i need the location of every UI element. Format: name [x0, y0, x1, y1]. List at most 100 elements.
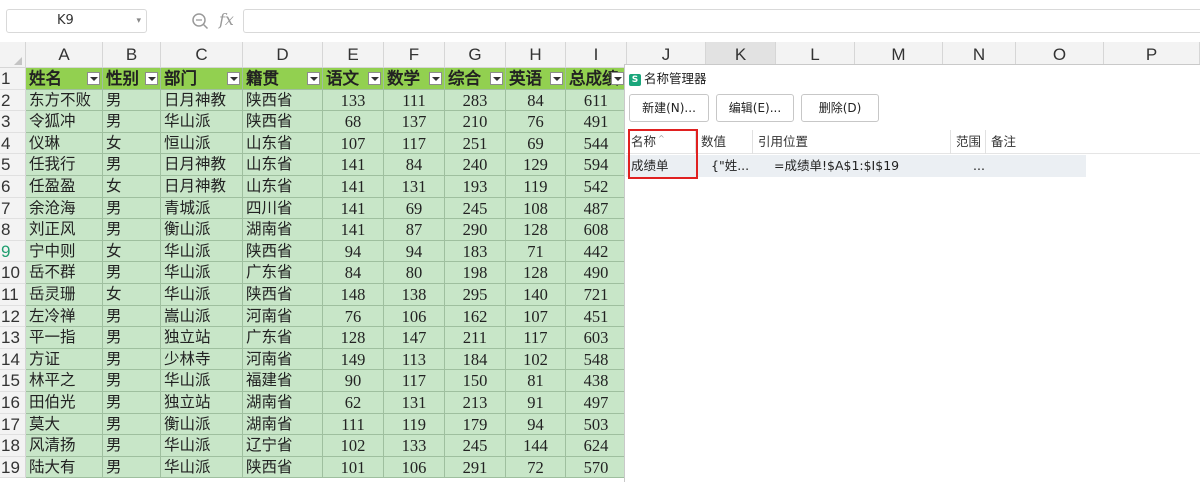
table-cell[interactable]: 福建省 — [243, 370, 323, 392]
table-cell[interactable]: 风清扬 — [26, 435, 103, 457]
table-cell[interactable]: 68 — [323, 111, 384, 133]
table-cell[interactable]: 女 — [103, 284, 161, 306]
row-header[interactable]: 8 — [0, 219, 26, 241]
formula-input[interactable] — [243, 9, 1200, 33]
table-cell[interactable]: 84 — [323, 262, 384, 284]
table-cell[interactable]: 107 — [323, 132, 384, 155]
table-cell[interactable]: 183 — [445, 240, 506, 263]
table-cell[interactable]: 451 — [566, 305, 627, 328]
table-cell[interactable]: 莫大 — [26, 413, 103, 436]
table-cell[interactable]: 147 — [384, 327, 445, 349]
table-cell[interactable]: 149 — [323, 348, 384, 371]
table-cell[interactable]: 603 — [566, 327, 627, 349]
filter-dropdown-icon[interactable] — [145, 72, 158, 85]
table-cell[interactable]: 245 — [445, 197, 506, 220]
filter-dropdown-icon[interactable] — [227, 72, 240, 85]
column-header-e[interactable]: E — [323, 42, 384, 68]
chevron-down-icon[interactable]: ▾ — [136, 10, 141, 32]
table-cell[interactable]: 华山派 — [161, 370, 243, 392]
table-cell[interactable]: 290 — [445, 219, 506, 241]
table-cell[interactable]: 76 — [506, 111, 566, 133]
table-cell[interactable]: 左冷禅 — [26, 305, 103, 328]
table-cell[interactable]: 570 — [566, 456, 627, 479]
table-cell[interactable]: 119 — [506, 176, 566, 198]
row-header[interactable]: 17 — [0, 413, 26, 436]
table-cell[interactable]: 102 — [323, 435, 384, 457]
table-cell[interactable]: 131 — [384, 392, 445, 414]
table-header-cell[interactable]: 性别 — [103, 68, 161, 90]
table-cell[interactable]: 男 — [103, 370, 161, 392]
table-cell[interactable]: 129 — [506, 154, 566, 176]
table-cell[interactable]: 女 — [103, 132, 161, 155]
table-cell[interactable]: 94 — [323, 240, 384, 263]
table-cell[interactable]: 衡山派 — [161, 219, 243, 241]
table-cell[interactable]: 94 — [506, 413, 566, 436]
row-header[interactable]: 12 — [0, 305, 26, 328]
table-header-cell[interactable]: 总成绩 — [566, 68, 627, 90]
row-header[interactable]: 16 — [0, 392, 26, 414]
row-header[interactable]: 1 — [0, 68, 26, 90]
row-header[interactable]: 15 — [0, 370, 26, 392]
table-header-cell[interactable]: 籍贯 — [243, 68, 323, 90]
table-header-cell[interactable]: 数学 — [384, 68, 445, 90]
table-cell[interactable]: 少林寺 — [161, 348, 243, 371]
col-refers-header[interactable]: 引用位置 — [753, 130, 951, 154]
table-cell[interactable]: 137 — [384, 111, 445, 133]
table-cell[interactable]: 251 — [445, 132, 506, 155]
table-cell[interactable]: 442 — [566, 240, 627, 263]
table-cell[interactable]: 男 — [103, 219, 161, 241]
table-cell[interactable]: 106 — [384, 456, 445, 479]
table-cell[interactable]: 独立站 — [161, 327, 243, 349]
table-cell[interactable]: 291 — [445, 456, 506, 479]
table-cell[interactable]: 283 — [445, 89, 506, 112]
table-cell[interactable]: 71 — [506, 240, 566, 263]
table-cell[interactable]: 133 — [323, 89, 384, 112]
table-cell[interactable]: 179 — [445, 413, 506, 436]
table-cell[interactable]: 117 — [506, 327, 566, 349]
table-cell[interactable]: 任我行 — [26, 154, 103, 176]
table-cell[interactable]: 仪琳 — [26, 132, 103, 155]
table-cell[interactable]: 嵩山派 — [161, 305, 243, 328]
table-cell[interactable]: 日月神教 — [161, 176, 243, 198]
table-cell[interactable]: 80 — [384, 262, 445, 284]
row-header[interactable]: 6 — [0, 176, 26, 198]
table-cell[interactable]: 日月神教 — [161, 89, 243, 112]
table-cell[interactable]: 503 — [566, 413, 627, 436]
select-all-corner[interactable] — [0, 42, 26, 68]
table-cell[interactable]: 陕西省 — [243, 456, 323, 479]
table-cell[interactable]: 84 — [506, 89, 566, 112]
table-cell[interactable]: 男 — [103, 305, 161, 328]
table-cell[interactable]: 487 — [566, 197, 627, 220]
table-cell[interactable]: 恒山派 — [161, 132, 243, 155]
table-cell[interactable]: 101 — [323, 456, 384, 479]
table-cell[interactable]: 日月神教 — [161, 154, 243, 176]
table-cell[interactable]: 青城派 — [161, 197, 243, 220]
table-cell[interactable]: 111 — [384, 89, 445, 112]
table-header-cell[interactable]: 姓名 — [26, 68, 103, 90]
table-cell[interactable]: 84 — [384, 154, 445, 176]
table-cell[interactable]: 男 — [103, 262, 161, 284]
table-header-cell[interactable]: 语文 — [323, 68, 384, 90]
table-cell[interactable]: 男 — [103, 154, 161, 176]
table-cell[interactable]: 衡山派 — [161, 413, 243, 436]
table-cell[interactable]: 140 — [506, 284, 566, 306]
table-cell[interactable]: 湖南省 — [243, 392, 323, 414]
row-header[interactable]: 14 — [0, 348, 26, 371]
table-header-cell[interactable]: 综合 — [445, 68, 506, 90]
table-cell[interactable]: 245 — [445, 435, 506, 457]
column-header-f[interactable]: F — [384, 42, 445, 68]
column-header-b[interactable]: B — [103, 42, 161, 68]
delete-button[interactable]: 删除(D) — [801, 94, 879, 122]
table-cell[interactable]: 138 — [384, 284, 445, 306]
table-cell[interactable]: 湖南省 — [243, 413, 323, 436]
table-cell[interactable]: 113 — [384, 348, 445, 371]
table-cell[interactable]: 陕西省 — [243, 284, 323, 306]
table-cell[interactable]: 128 — [506, 262, 566, 284]
column-header-g[interactable]: G — [445, 42, 506, 68]
table-cell[interactable]: 438 — [566, 370, 627, 392]
table-cell[interactable]: 女 — [103, 240, 161, 263]
table-cell[interactable]: 华山派 — [161, 435, 243, 457]
table-cell[interactable]: 任盈盈 — [26, 176, 103, 198]
table-cell[interactable]: 141 — [323, 176, 384, 198]
row-header[interactable]: 5 — [0, 154, 26, 176]
